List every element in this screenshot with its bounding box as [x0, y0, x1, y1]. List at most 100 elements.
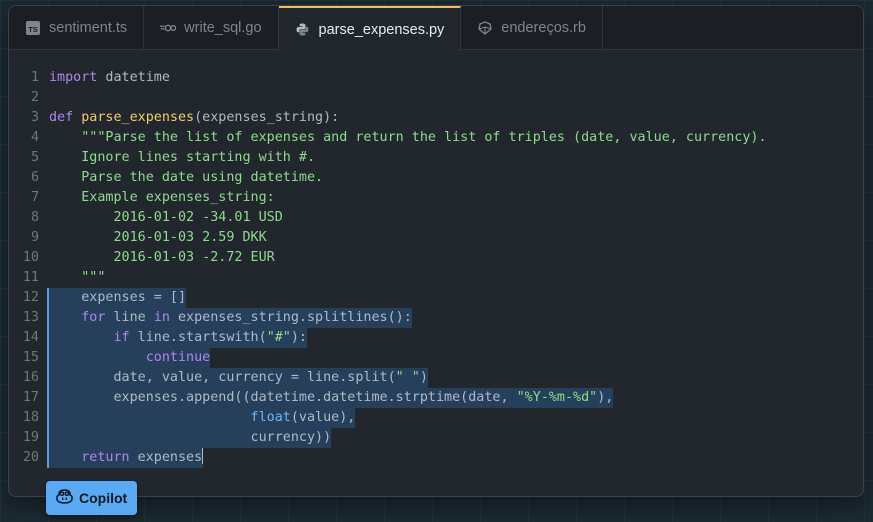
code-token: 2016-01-03 2.59 DKK — [49, 230, 267, 245]
code-token: """ — [49, 270, 106, 285]
tab-label: parse_expenses.py — [318, 21, 445, 38]
code-token: 2016-01-02 -34.01 USD — [49, 210, 283, 225]
code-token: line.startswith( — [129, 330, 267, 345]
tab-label: endereços.rb — [501, 20, 586, 36]
editor-window: TS sentiment.ts write_sql.go parse_expen… — [8, 5, 864, 497]
code-line[interactable]: 19 currency)) — [9, 428, 863, 448]
code-token: def — [49, 110, 74, 125]
code-token: datetime — [97, 70, 170, 85]
tab-write-sql-go[interactable]: write_sql.go — [144, 6, 279, 50]
line-number: 9 — [30, 230, 39, 245]
code-line[interactable]: 13 for line in expenses_string.splitline… — [9, 308, 863, 328]
line-number: 7 — [30, 190, 39, 205]
code-token: ), — [597, 390, 614, 405]
code-line[interactable]: 10 2016-01-03 -2.72 EUR — [9, 248, 863, 268]
tab-sentiment-ts[interactable]: TS sentiment.ts — [9, 6, 145, 50]
line-number: 14 — [22, 330, 39, 345]
line-number: 12 — [22, 290, 39, 305]
line-number: 10 — [22, 250, 39, 265]
line-number: 18 — [22, 410, 39, 425]
code-token: import — [49, 70, 98, 85]
line-number: 8 — [30, 210, 39, 225]
line-number: 20 — [22, 450, 39, 465]
code-line[interactable]: 12 expenses = [] — [9, 288, 863, 308]
code-line[interactable]: 15 continue — [9, 348, 863, 368]
line-number: 13 — [22, 310, 39, 325]
line-code: date, value, currency = line.split(" ") — [49, 368, 428, 388]
code-line[interactable]: 17 expenses.append((datetime.datetime.st… — [9, 388, 863, 408]
line-code: 2016-01-02 -34.01 USD — [49, 208, 283, 228]
line-number: 4 — [30, 130, 39, 145]
code-token: currency)) — [49, 430, 332, 445]
typescript-icon: TS — [25, 20, 41, 36]
code-line[interactable]: 7 Example expenses_string: — [9, 188, 863, 208]
code-line[interactable]: 11 """ — [9, 268, 863, 288]
line-code: Example expenses_string: — [49, 188, 275, 208]
code-line[interactable]: 6 Parse the date using datetime. — [9, 168, 863, 188]
code-token: Example expenses_string: — [49, 190, 275, 205]
go-icon — [160, 20, 177, 36]
line-code: """Parse the list of expenses and return… — [49, 128, 767, 148]
line-number: 5 — [30, 150, 39, 165]
code-line[interactable]: 1 import datetime — [9, 68, 863, 88]
line-code: Ignore lines starting with #. — [49, 148, 315, 168]
tab-enderecos-rb[interactable]: endereços.rb — [461, 6, 603, 50]
line-code: Parse the date using datetime. — [49, 168, 323, 188]
line-code: 2016-01-03 -2.72 EUR — [49, 248, 275, 268]
code-editor[interactable]: 1 import datetime 2 3 def parse_expenses(exp… — [9, 50, 863, 496]
line-number: 11 — [22, 270, 39, 285]
code-line[interactable]: 9 2016-01-03 2.59 DKK — [9, 228, 863, 248]
tab-parse-expenses-py[interactable]: parse_expenses.py — [278, 6, 462, 51]
copilot-icon — [56, 489, 73, 507]
code-token: " " — [395, 370, 420, 385]
code-token: expenses_string.splitlines(): — [169, 310, 412, 325]
copilot-button[interactable]: Copilot — [46, 481, 138, 515]
code-token: in — [153, 310, 170, 325]
code-line[interactable]: 3 def parse_expenses(expenses_string): — [9, 108, 863, 128]
code-line[interactable]: 2 — [9, 88, 863, 108]
code-token: parse_expenses — [81, 110, 195, 125]
line-number: 6 — [30, 170, 39, 185]
line-number: 1 — [30, 70, 39, 85]
code-line[interactable]: 18 float(value), — [9, 408, 863, 428]
line-number: 19 — [22, 430, 39, 445]
line-number: 2 — [30, 90, 39, 105]
code-line[interactable]: 5 Ignore lines starting with #. — [9, 148, 863, 168]
code-line[interactable]: 14 if line.startswith("#"): — [9, 328, 863, 348]
code-token: 2016-01-03 -2.72 EUR — [49, 250, 275, 265]
tab-bar: TS sentiment.ts write_sql.go parse_expen… — [9, 6, 863, 51]
line-number: 15 — [22, 350, 39, 365]
tab-label: write_sql.go — [184, 20, 262, 36]
code-line[interactable]: 4 """Parse the list of expenses and retu… — [9, 128, 863, 148]
code-token: continue — [145, 350, 211, 365]
code-line[interactable]: 20 return expenses — [9, 448, 863, 468]
line-code: if line.startswith("#"): — [49, 328, 307, 348]
code-token: expenses = [] — [49, 290, 187, 305]
line-code: def parse_expenses(expenses_string): — [49, 108, 339, 128]
code-token: """Parse the list of expenses and return… — [49, 130, 767, 145]
copilot-label: Copilot — [79, 490, 128, 506]
code-token: Ignore lines starting with #. — [49, 150, 316, 165]
line-number: 17 — [22, 390, 39, 405]
code-token: expenses — [129, 450, 203, 465]
ruby-icon — [477, 20, 493, 36]
code-token: float — [250, 410, 291, 425]
code-token: ): — [290, 330, 307, 345]
line-number: 16 — [22, 370, 39, 385]
code-token: line — [105, 310, 154, 325]
svg-text:TS: TS — [28, 25, 38, 34]
code-token: (expenses_string): — [194, 110, 340, 125]
line-code: continue — [49, 348, 211, 368]
code-line[interactable]: 16 date, value, currency = line.split(" … — [9, 368, 863, 388]
line-code: for line in expenses_string.splitlines()… — [49, 308, 412, 328]
code-token: ) — [419, 370, 428, 385]
code-token: if — [113, 330, 130, 345]
code-line[interactable]: 8 2016-01-02 -34.01 USD — [9, 208, 863, 228]
line-code: """ — [49, 268, 105, 288]
code-token: (value), — [290, 410, 356, 425]
